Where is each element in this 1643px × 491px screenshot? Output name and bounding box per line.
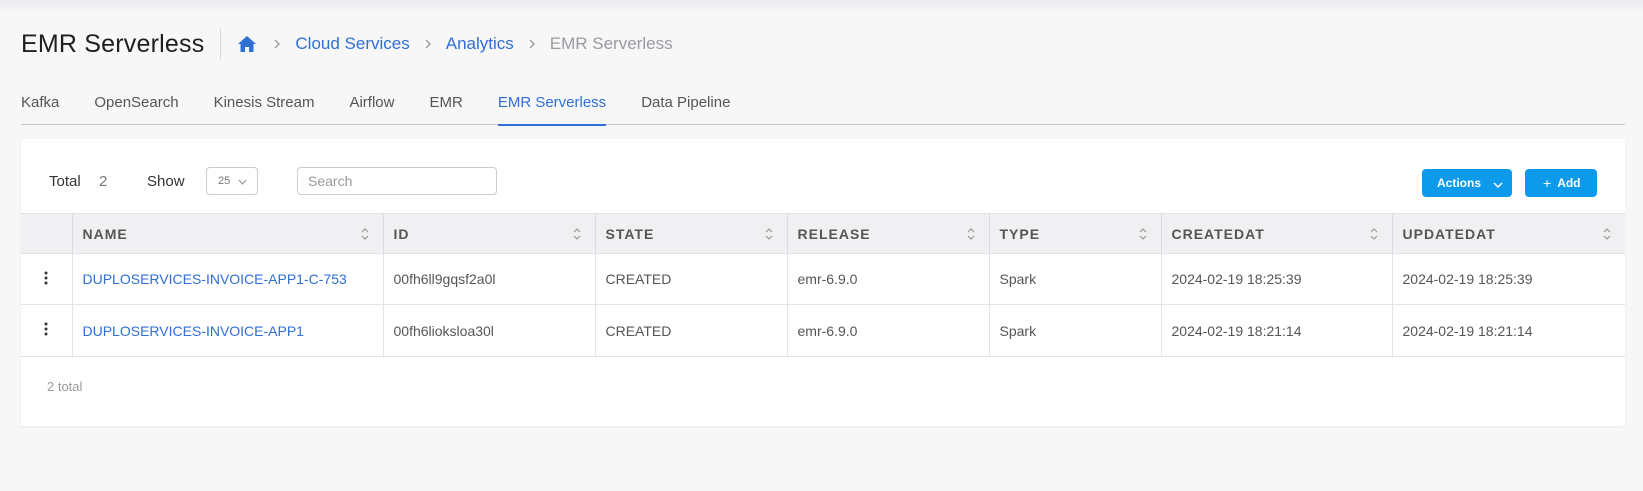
column-header-name[interactable]: NAME bbox=[72, 213, 384, 254]
applications-table: NAME ID STATE RELEASE TYPE CREATEDAT UPD… bbox=[21, 213, 1625, 357]
cell-updatedat: 2024-02-19 18:25:39 bbox=[1392, 253, 1625, 305]
chevron-right-icon bbox=[273, 38, 281, 50]
cell-release: emr-6.9.0 bbox=[787, 304, 990, 357]
row-menu-icon[interactable] bbox=[21, 304, 73, 357]
table-row: DUPLOSERVICES-INVOICE-APP1-C-753 00fh6ll… bbox=[21, 253, 1625, 305]
tab-airflow[interactable]: Airflow bbox=[349, 88, 394, 125]
column-header-updatedat[interactable]: UPDATEDAT bbox=[1392, 213, 1625, 254]
row-menu-icon[interactable] bbox=[21, 253, 73, 305]
tab-emr[interactable]: EMR bbox=[429, 88, 462, 125]
cell-type: Spark bbox=[989, 253, 1162, 305]
column-header-id[interactable]: ID bbox=[383, 213, 596, 254]
total-label: Total bbox=[49, 173, 81, 190]
column-header-createdat[interactable]: CREATEDAT bbox=[1161, 213, 1393, 254]
column-header-state[interactable]: STATE bbox=[595, 213, 788, 254]
table-row: DUPLOSERVICES-INVOICE-APP1 00fh6lioksloa… bbox=[21, 304, 1625, 357]
breadcrumb-current: EMR Serverless bbox=[549, 34, 673, 53]
tab-opensearch[interactable]: OpenSearch bbox=[94, 88, 178, 125]
cell-state: CREATED bbox=[595, 253, 788, 305]
cell-id: 00fh6ll9gqsf2a0l bbox=[383, 253, 596, 305]
cell-createdat: 2024-02-19 18:25:39 bbox=[1161, 253, 1393, 305]
actions-button[interactable]: Actions bbox=[1422, 169, 1512, 197]
cell-state: CREATED bbox=[595, 304, 788, 357]
header-divider bbox=[220, 29, 222, 59]
service-tabs: Kafka OpenSearch Kinesis Stream Airflow … bbox=[21, 88, 1625, 126]
sort-icon[interactable] bbox=[573, 227, 581, 244]
chevron-down-icon bbox=[1493, 178, 1503, 192]
breadcrumb-analytics[interactable]: Analytics bbox=[446, 34, 514, 54]
tab-data-pipeline[interactable]: Data Pipeline bbox=[641, 88, 730, 125]
tab-kafka[interactable]: Kafka bbox=[21, 88, 59, 125]
cell-name[interactable]: DUPLOSERVICES-INVOICE-APP1 bbox=[72, 304, 384, 357]
cell-release: emr-6.9.0 bbox=[787, 253, 990, 305]
chevron-right-icon bbox=[424, 38, 432, 50]
search-input[interactable] bbox=[297, 167, 497, 195]
page-size-select[interactable]: 25 bbox=[206, 167, 258, 195]
total-count: 2 bbox=[99, 173, 108, 190]
tab-kinesis-stream[interactable]: Kinesis Stream bbox=[214, 88, 315, 125]
show-label: Show bbox=[147, 173, 185, 190]
cell-updatedat: 2024-02-19 18:21:14 bbox=[1392, 304, 1625, 357]
add-button[interactable]: + Add bbox=[1525, 169, 1597, 197]
sort-icon[interactable] bbox=[361, 227, 369, 244]
home-icon[interactable] bbox=[237, 34, 259, 54]
page-title: EMR Serverless bbox=[21, 29, 205, 58]
tab-emr-serverless[interactable]: EMR Serverless bbox=[497, 88, 607, 126]
plus-icon: + bbox=[1543, 175, 1552, 191]
page-header: EMR Serverless Cloud Services Analytics … bbox=[21, 26, 673, 62]
add-label: Add bbox=[1557, 176, 1581, 190]
cell-createdat: 2024-02-19 18:21:14 bbox=[1161, 304, 1393, 357]
chevron-down-icon bbox=[238, 177, 247, 189]
sort-icon[interactable] bbox=[1370, 227, 1378, 244]
cell-name[interactable]: DUPLOSERVICES-INVOICE-APP1-C-753 bbox=[72, 253, 384, 305]
sort-icon[interactable] bbox=[1139, 227, 1147, 244]
applications-card: Total 2 Show 25 Actions + Add bbox=[21, 139, 1625, 426]
sort-icon[interactable] bbox=[967, 227, 975, 244]
column-header-type[interactable]: TYPE bbox=[989, 213, 1162, 254]
actions-label: Actions bbox=[1437, 176, 1482, 190]
cell-type: Spark bbox=[989, 304, 1162, 357]
table-toolbar: Total 2 Show 25 Actions + Add bbox=[21, 139, 1625, 213]
column-header-release[interactable]: RELEASE bbox=[787, 213, 990, 254]
breadcrumb-cloud-services[interactable]: Cloud Services bbox=[295, 34, 409, 54]
page-size-value: 25 bbox=[218, 175, 231, 187]
top-bar-shadow bbox=[0, 0, 1643, 14]
table-header-row: NAME ID STATE RELEASE TYPE CREATEDAT UPD… bbox=[21, 213, 1625, 254]
chevron-right-icon bbox=[528, 38, 536, 50]
footer-total-text: 2 total bbox=[47, 379, 83, 394]
sort-icon[interactable] bbox=[1603, 227, 1611, 244]
column-header-actions bbox=[21, 213, 73, 254]
sort-icon[interactable] bbox=[765, 227, 773, 244]
cell-id: 00fh6lioksloa30l bbox=[383, 304, 596, 357]
